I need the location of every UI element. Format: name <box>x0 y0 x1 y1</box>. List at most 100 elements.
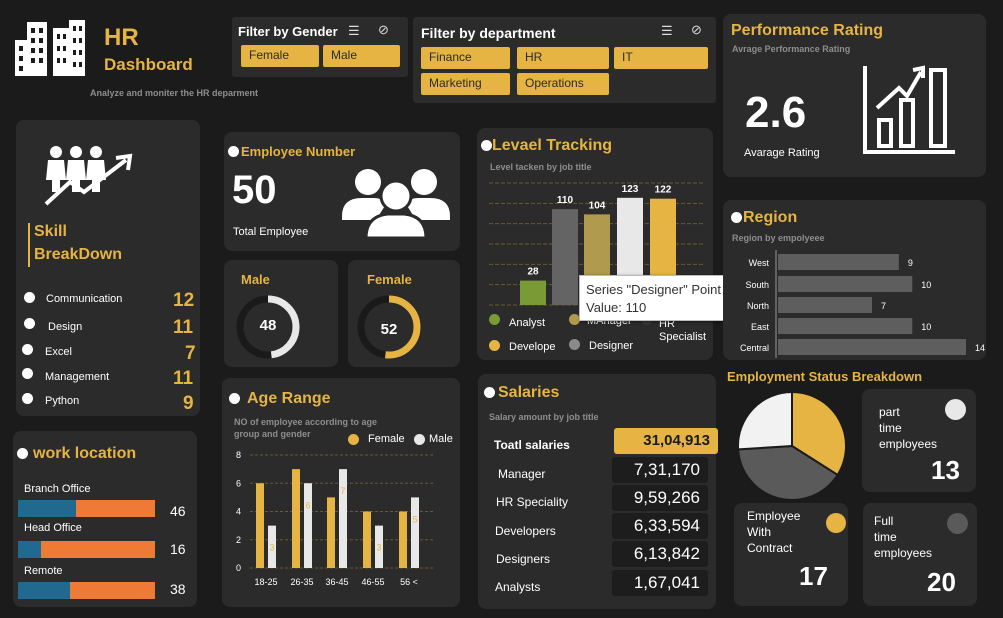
skill-name: Management <box>45 371 110 383</box>
age-range-panel: Age Range NO of employee according to ag… <box>222 378 460 607</box>
filter-option-female[interactable]: Female <box>241 45 319 67</box>
level-bar-label: 28 <box>527 267 539 278</box>
filter-option-operations[interactable]: Operations <box>517 73 609 95</box>
contract-card: Employee With Contract 17 <box>734 503 848 606</box>
location-value: 38 <box>170 581 186 597</box>
region-chart[interactable]: West 9 South 10 North 7 East 10 Central 14 <box>723 200 986 360</box>
skill-value: 12 <box>173 290 195 311</box>
region-value: 9 <box>908 258 913 268</box>
app-tagline: Analyze and moniter the HR deparment <box>90 88 259 98</box>
age-bar[interactable] <box>339 469 347 568</box>
region-value: 14 <box>975 343 985 353</box>
full-time-card: Full time employees 20 <box>863 503 977 606</box>
location-bar <box>18 582 155 599</box>
y-tick-label: 6 <box>236 478 241 488</box>
level-bar-label: 104 <box>589 200 606 211</box>
performance-subtitle: Avrage Performance Rating <box>732 44 851 54</box>
salary-value: 1,67,041 <box>612 570 708 596</box>
performance-title: Performance Rating <box>731 22 884 39</box>
skill-value: 11 <box>173 317 194 338</box>
location-name: Remote <box>24 565 63 577</box>
female-title: Female <box>367 272 412 287</box>
male-panel: Male 48 <box>224 260 338 367</box>
employee-number-panel: Employee Number 50 Total Employee <box>224 132 460 251</box>
skills-title-bar <box>28 223 30 267</box>
location-bar-fill <box>18 582 71 599</box>
growth-chart-icon <box>863 65 955 154</box>
age-bar-label: 3 <box>376 543 381 553</box>
level-bar[interactable] <box>552 209 578 305</box>
bullet-icon <box>22 393 33 404</box>
x-tick-label: 26-35 <box>290 577 313 587</box>
salary-value: 31,04,913 <box>614 428 718 454</box>
age-bar[interactable] <box>292 469 300 568</box>
age-bar[interactable] <box>304 483 312 568</box>
multi-select-icon[interactable]: ☰ <box>661 23 673 39</box>
work-location-panel: work location Branch Office 46 Head Offi… <box>13 431 197 607</box>
level-tracking-panel: Levael Tracking Level tacken by job titl… <box>477 128 754 360</box>
performance-panel: Performance Rating Avrage Performance Ra… <box>723 14 986 177</box>
filter-option-it[interactable]: IT <box>614 47 708 69</box>
legend-swatch <box>489 340 500 351</box>
filter-option-male[interactable]: Male <box>323 45 400 67</box>
filter-option-hr[interactable]: HR <box>517 47 609 69</box>
employee-number-label: Total Employee <box>233 226 309 238</box>
salaries-panel: Salaries Salary amount by job title Toat… <box>478 374 718 609</box>
clear-filter-icon[interactable]: ⊘ <box>378 22 389 38</box>
performance-label: Avarage Rating <box>744 147 820 159</box>
x-tick-label: 56 < <box>400 577 418 587</box>
skills-title-2: BreakDown <box>34 246 123 263</box>
legend-label: Designer <box>589 340 634 352</box>
location-name: Branch Office <box>24 483 91 495</box>
skills-panel: Skill BreakDown Communication 12 Design … <box>16 120 200 416</box>
multi-select-icon[interactable]: ☰ <box>348 23 360 39</box>
building-icon <box>15 20 85 76</box>
region-label: Central <box>740 343 769 353</box>
employee-number-title: Employee Number <box>241 144 356 159</box>
salary-value: 9,59,266 <box>612 485 708 511</box>
salary-value: 6,13,842 <box>612 541 708 567</box>
team-growth-icon <box>44 146 133 206</box>
bullet-icon <box>22 344 33 355</box>
salary-label: Toatl salaries <box>494 438 570 452</box>
age-bar-label: 3 <box>269 543 274 553</box>
bullet-icon <box>228 146 239 157</box>
skill-name: Communication <box>46 293 123 305</box>
contract-label: Employee With Contract <box>747 509 801 555</box>
x-tick-label: 18-25 <box>254 577 277 587</box>
y-tick-label: 8 <box>236 450 241 460</box>
department-filter-title: Filter by department <box>421 25 556 41</box>
region-bar[interactable] <box>778 297 872 313</box>
y-tick-label: 0 <box>236 563 241 573</box>
region-bar[interactable] <box>778 254 899 270</box>
pie-slice[interactable] <box>737 390 793 451</box>
region-label: South <box>745 280 769 290</box>
skill-value: 9 <box>183 393 194 414</box>
legend-swatch <box>947 513 968 534</box>
legend-label: Develope <box>509 341 556 353</box>
level-bar-label: 123 <box>622 184 639 195</box>
filter-option-marketing[interactable]: Marketing <box>421 73 510 95</box>
bullet-icon <box>24 318 35 329</box>
age-bar[interactable] <box>256 483 264 568</box>
age-bar[interactable] <box>411 497 419 568</box>
department-filter-panel: Filter by department ☰ ⊘ Finance HR IT M… <box>413 17 716 103</box>
clear-filter-icon[interactable]: ⊘ <box>691 22 702 38</box>
level-bar[interactable] <box>520 280 546 305</box>
salary-value: 7,31,170 <box>612 457 708 483</box>
location-bar <box>18 541 155 558</box>
age-chart[interactable]: 02468 6318-257626-355736-454346-554 556 < <box>222 378 460 607</box>
age-bar-label: 6 <box>305 500 310 510</box>
male-title: Male <box>241 272 270 287</box>
bullet-icon <box>24 292 35 303</box>
employment-pie[interactable] <box>736 390 848 502</box>
gender-filter-panel: Filter by Gender ☰ ⊘ Female Male <box>232 17 408 77</box>
salary-label: Manager <box>498 467 546 481</box>
filter-option-finance[interactable]: Finance <box>421 47 510 69</box>
region-bar[interactable] <box>778 318 913 334</box>
region-bar[interactable] <box>778 339 966 355</box>
region-label: East <box>751 322 770 332</box>
region-bar[interactable] <box>778 276 913 292</box>
location-value: 16 <box>170 541 186 557</box>
location-value: 46 <box>170 503 186 519</box>
